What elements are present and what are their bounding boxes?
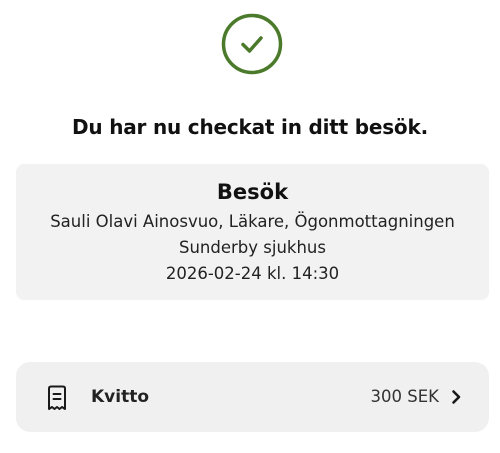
receipt-icon bbox=[45, 384, 69, 412]
visit-details: Sauli Olavi Ainosvuo, Läkare, Ögonmottag… bbox=[50, 212, 455, 231]
visit-location: Sunderby sjukhus bbox=[179, 238, 326, 257]
visit-title: Besök bbox=[216, 180, 289, 204]
receipt-amount: 300 SEK bbox=[370, 387, 439, 406]
confirmation-headline: Du har nu checkat in ditt besök. bbox=[72, 115, 428, 139]
receipt-button[interactable]: Kvitto 300 SEK bbox=[16, 362, 489, 432]
check-circle-icon bbox=[221, 13, 283, 75]
chevron-right-icon bbox=[450, 389, 462, 405]
receipt-label: Kvitto bbox=[91, 387, 150, 407]
visit-card: Besök Sauli Olavi Ainosvuo, Läkare, Ögon… bbox=[16, 164, 489, 300]
visit-datetime: 2026-02-24 kl. 14:30 bbox=[165, 264, 340, 283]
checkin-confirmation-page: Du har nu checkat in ditt besök. Besök S… bbox=[0, 0, 500, 453]
